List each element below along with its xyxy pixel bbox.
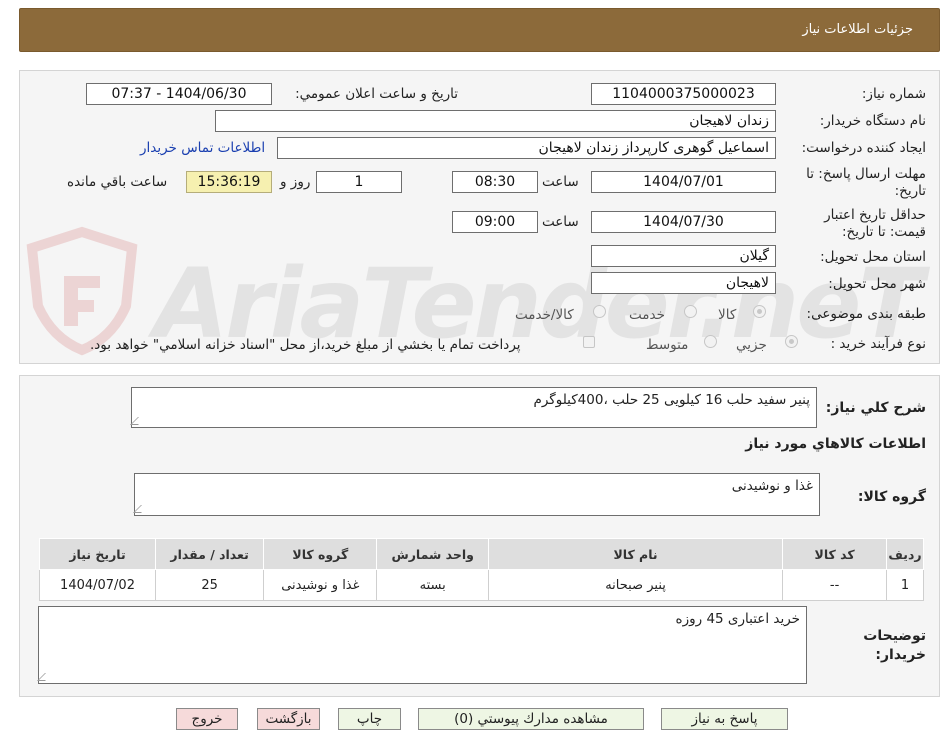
summary-textarea: پنیر سفید حلب 16 کیلویی 25 حلب ،400کیلوگ… bbox=[130, 387, 817, 428]
need-number-field: 1104000375000023 bbox=[591, 83, 776, 105]
buyer-notes-label-line2: خريدار: bbox=[875, 647, 926, 663]
goods-section-title: اطلاعات كالاهاي مورد نياز bbox=[745, 436, 926, 452]
process-radio-minor[interactable] bbox=[785, 335, 798, 348]
remaining-time-label: ساعت باقي مانده bbox=[67, 174, 168, 190]
treasury-checkbox[interactable] bbox=[583, 336, 595, 348]
deadline-label-line1: مهلت ارسال پاسخ: تا bbox=[806, 166, 926, 182]
page-header: جزئیات اطلاعات نیاز bbox=[19, 8, 940, 52]
category-option-service: خدمت bbox=[629, 307, 665, 323]
exit-button[interactable]: خروج bbox=[176, 708, 238, 730]
deadline-days-field: 1 bbox=[316, 171, 402, 193]
deadline-days-label: روز و bbox=[280, 174, 311, 190]
table-header-row: رديف كد كالا نام كالا واحد شمارش گروه كا… bbox=[38, 538, 924, 570]
summary-label: شرح كلي نياز: bbox=[825, 400, 926, 416]
buyer-org-label: نام دستگاه خريدار: bbox=[819, 113, 926, 129]
remaining-time-field: 15:36:19 bbox=[186, 171, 272, 193]
view-attachments-button[interactable]: مشاهده مدارك پيوستي (0) bbox=[418, 708, 644, 730]
cell-goods-group: غذا و نوشیدنی bbox=[263, 569, 378, 601]
buyer-notes-label-line1: توضيحات bbox=[863, 628, 926, 644]
province-label: استان محل تحويل: bbox=[820, 249, 926, 265]
col-header-quantity: تعداد / مقدار bbox=[155, 538, 265, 570]
col-header-goods-group: گروه كالا bbox=[263, 538, 378, 570]
resize-grip-icon[interactable] bbox=[133, 505, 149, 513]
cell-unit: بسته bbox=[376, 569, 489, 601]
resize-grip-icon[interactable] bbox=[37, 673, 53, 681]
category-option-goods: کالا bbox=[718, 307, 737, 323]
price-validity-date-field: 1404/07/30 bbox=[591, 211, 776, 233]
buyer-contact-link[interactable]: اطلاعات تماس خريدار bbox=[140, 140, 265, 156]
category-radio-goods[interactable] bbox=[753, 305, 766, 318]
col-header-goods-code: كد كالا bbox=[782, 538, 888, 570]
page-title: جزئیات اطلاعات نیاز bbox=[802, 22, 913, 37]
back-button[interactable]: بازگشت bbox=[257, 708, 320, 730]
requester-label: ايجاد كننده درخواست: bbox=[801, 140, 926, 156]
goods-group-label: گروه كالا: bbox=[857, 489, 926, 505]
summary-text: پنیر سفید حلب 16 کیلویی 25 حلب ،400کیلوگ… bbox=[533, 392, 810, 408]
buyer-org-field: زندان لاهيجان bbox=[215, 110, 776, 132]
requester-field: اسماعیل گوهری کارپرداز زندان لاهیجان bbox=[277, 137, 776, 159]
process-option-minor: جزيي bbox=[736, 337, 767, 353]
city-field: لاهيجان bbox=[591, 272, 776, 294]
goods-group-textarea: غذا و نوشیدنی bbox=[133, 473, 820, 516]
category-label: طبقه بندی موضوعی: bbox=[806, 306, 926, 322]
category-radio-service[interactable] bbox=[684, 305, 697, 318]
cell-goods-code: -- bbox=[782, 569, 888, 601]
col-header-need-date: تاريخ نياز bbox=[38, 538, 157, 570]
cell-goods-name: پنیر صبحانه bbox=[487, 569, 784, 601]
price-validity-time-label: ساعت bbox=[542, 214, 579, 230]
deadline-time-field: 08:30 bbox=[452, 171, 538, 193]
purchase-process-label: نوع فرآیند خرید : bbox=[830, 336, 926, 352]
buyer-notes-text: خرید اعتباری 45 روزه bbox=[675, 611, 801, 627]
announce-datetime-field: 1404/06/30 - 07:37 bbox=[86, 83, 272, 105]
cell-row-number: 1 bbox=[886, 569, 924, 601]
goods-group-text: غذا و نوشیدنی bbox=[731, 478, 813, 494]
deadline-time-label: ساعت bbox=[542, 174, 579, 190]
category-option-goods-service: کالا/خدمت bbox=[515, 307, 574, 323]
price-validity-label-line2: قيمت: تا تاريخ: bbox=[842, 224, 926, 240]
process-option-medium: متوسط bbox=[646, 337, 689, 353]
city-label: شهر محل تحويل: bbox=[828, 276, 926, 292]
price-validity-label-line1: حداقل تاريخ اعتبار bbox=[824, 207, 926, 223]
cell-quantity: 25 bbox=[155, 569, 265, 601]
items-table: رديف كد كالا نام كالا واحد شمارش گروه كا… bbox=[38, 538, 924, 601]
need-number-label: شماره نیاز: bbox=[861, 86, 926, 102]
print-button[interactable]: چاپ bbox=[338, 708, 401, 730]
deadline-label-line2: تاريخ: bbox=[894, 183, 926, 199]
province-field: گيلان bbox=[591, 245, 776, 267]
price-validity-time-field: 09:00 bbox=[452, 211, 538, 233]
announce-datetime-label: تاریخ و ساعت اعلان عمومي: bbox=[295, 86, 458, 102]
table-row: 1 -- پنیر صبحانه بسته غذا و نوشیدنی 25 1… bbox=[38, 569, 924, 601]
col-header-unit: واحد شمارش bbox=[376, 538, 489, 570]
col-header-row-number: رديف bbox=[886, 538, 924, 570]
col-header-goods-name: نام كالا bbox=[487, 538, 784, 570]
resize-grip-icon[interactable] bbox=[130, 417, 146, 425]
cell-need-date: 1404/07/02 bbox=[38, 569, 157, 601]
reply-button[interactable]: پاسخ به نياز bbox=[661, 708, 788, 730]
deadline-date-field: 1404/07/01 bbox=[591, 171, 776, 193]
buyer-notes-textarea: خرید اعتباری 45 روزه bbox=[37, 606, 807, 684]
process-radio-medium[interactable] bbox=[704, 335, 717, 348]
category-radio-goods-service[interactable] bbox=[593, 305, 606, 318]
treasury-note: پرداخت تمام يا بخشي از مبلغ خريد،از محل … bbox=[90, 337, 521, 353]
